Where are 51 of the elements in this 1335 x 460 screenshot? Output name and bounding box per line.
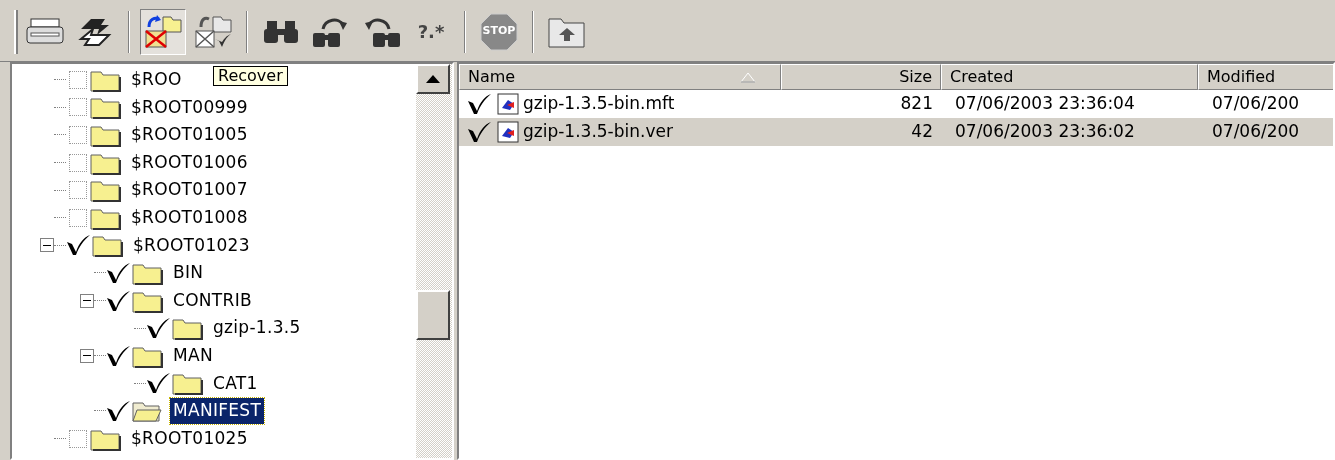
scrollbar[interactable] bbox=[416, 64, 452, 458]
stop-button[interactable]: STOP bbox=[476, 8, 522, 55]
recover-button[interactable] bbox=[140, 8, 186, 55]
printer-icon bbox=[25, 16, 65, 47]
tree-item[interactable]: $ROOT01006 bbox=[128, 149, 251, 176]
modified-date: 07/06/200 bbox=[1211, 120, 1301, 144]
tree-item[interactable]: $ROOT01008 bbox=[128, 205, 251, 231]
tree-item[interactable]: BIN bbox=[170, 260, 207, 286]
collapse-toggle[interactable] bbox=[80, 293, 94, 308]
tree-item[interactable]: $ROOT01025 bbox=[128, 425, 251, 452]
tree-item[interactable]: $ROOT01007 bbox=[128, 177, 251, 203]
sort-arrow-icon bbox=[740, 71, 756, 83]
tree-item[interactable]: $ROOT00999 bbox=[128, 94, 251, 121]
collapse-toggle[interactable] bbox=[40, 238, 54, 253]
column-header[interactable]: Modified bbox=[1198, 64, 1333, 90]
checkbox[interactable] bbox=[69, 181, 87, 200]
file-icon bbox=[497, 121, 519, 143]
scroll-up-button[interactable] bbox=[416, 64, 450, 94]
tree-item[interactable]: $ROOT01005 bbox=[128, 122, 251, 148]
mask-button[interactable]: ?.* bbox=[408, 8, 454, 55]
created-date: 07/06/2003 23:36:02 bbox=[954, 120, 1136, 144]
file-row[interactable]: gzip-1.3.5-bin.mft 821 07/06/2003 23:36:04 07/06/200 bbox=[459, 90, 1333, 118]
tree-item[interactable]: CAT1 bbox=[210, 370, 261, 397]
modified-date: 07/06/200 bbox=[1211, 92, 1301, 116]
scrollbar-thumb[interactable] bbox=[416, 290, 450, 340]
file-row[interactable]: gzip-1.3.5-bin.ver 42 07/06/2003 23:36:02 07/06/200 bbox=[459, 118, 1333, 146]
tree-item[interactable]: $ROO bbox=[128, 67, 185, 93]
file-name: gzip-1.3.5-bin.mft bbox=[523, 92, 675, 116]
file-size: 821 bbox=[899, 92, 934, 116]
column-header[interactable]: Created bbox=[941, 64, 1198, 90]
checkbox[interactable] bbox=[69, 98, 87, 117]
tooltip: Recover bbox=[213, 66, 288, 87]
created-date: 07/06/2003 23:36:04 bbox=[954, 92, 1136, 116]
tree-item[interactable]: gzip-1.3.5 bbox=[210, 315, 304, 341]
file-icon bbox=[497, 93, 519, 115]
tree-item[interactable]: CONTRIB bbox=[170, 287, 255, 314]
file-size: 42 bbox=[910, 120, 934, 144]
checkbox[interactable] bbox=[69, 429, 87, 448]
stop-sign-icon bbox=[479, 11, 519, 52]
checkbox[interactable] bbox=[69, 153, 87, 172]
up-arrow-icon bbox=[426, 75, 440, 83]
column-header[interactable]: Name bbox=[459, 64, 781, 90]
file-name: gzip-1.3.5-bin.ver bbox=[523, 120, 673, 144]
column-header[interactable]: Size bbox=[781, 64, 941, 90]
checkbox[interactable] bbox=[69, 126, 87, 144]
tree-item[interactable]: MANIFEST bbox=[170, 398, 265, 424]
checkbox[interactable] bbox=[69, 208, 87, 227]
tree-item[interactable]: MAN bbox=[170, 343, 216, 369]
collapse-toggle[interactable] bbox=[80, 348, 94, 363]
checkbox[interactable] bbox=[69, 70, 87, 89]
tree-item[interactable]: $ROOT01023 bbox=[130, 232, 253, 259]
